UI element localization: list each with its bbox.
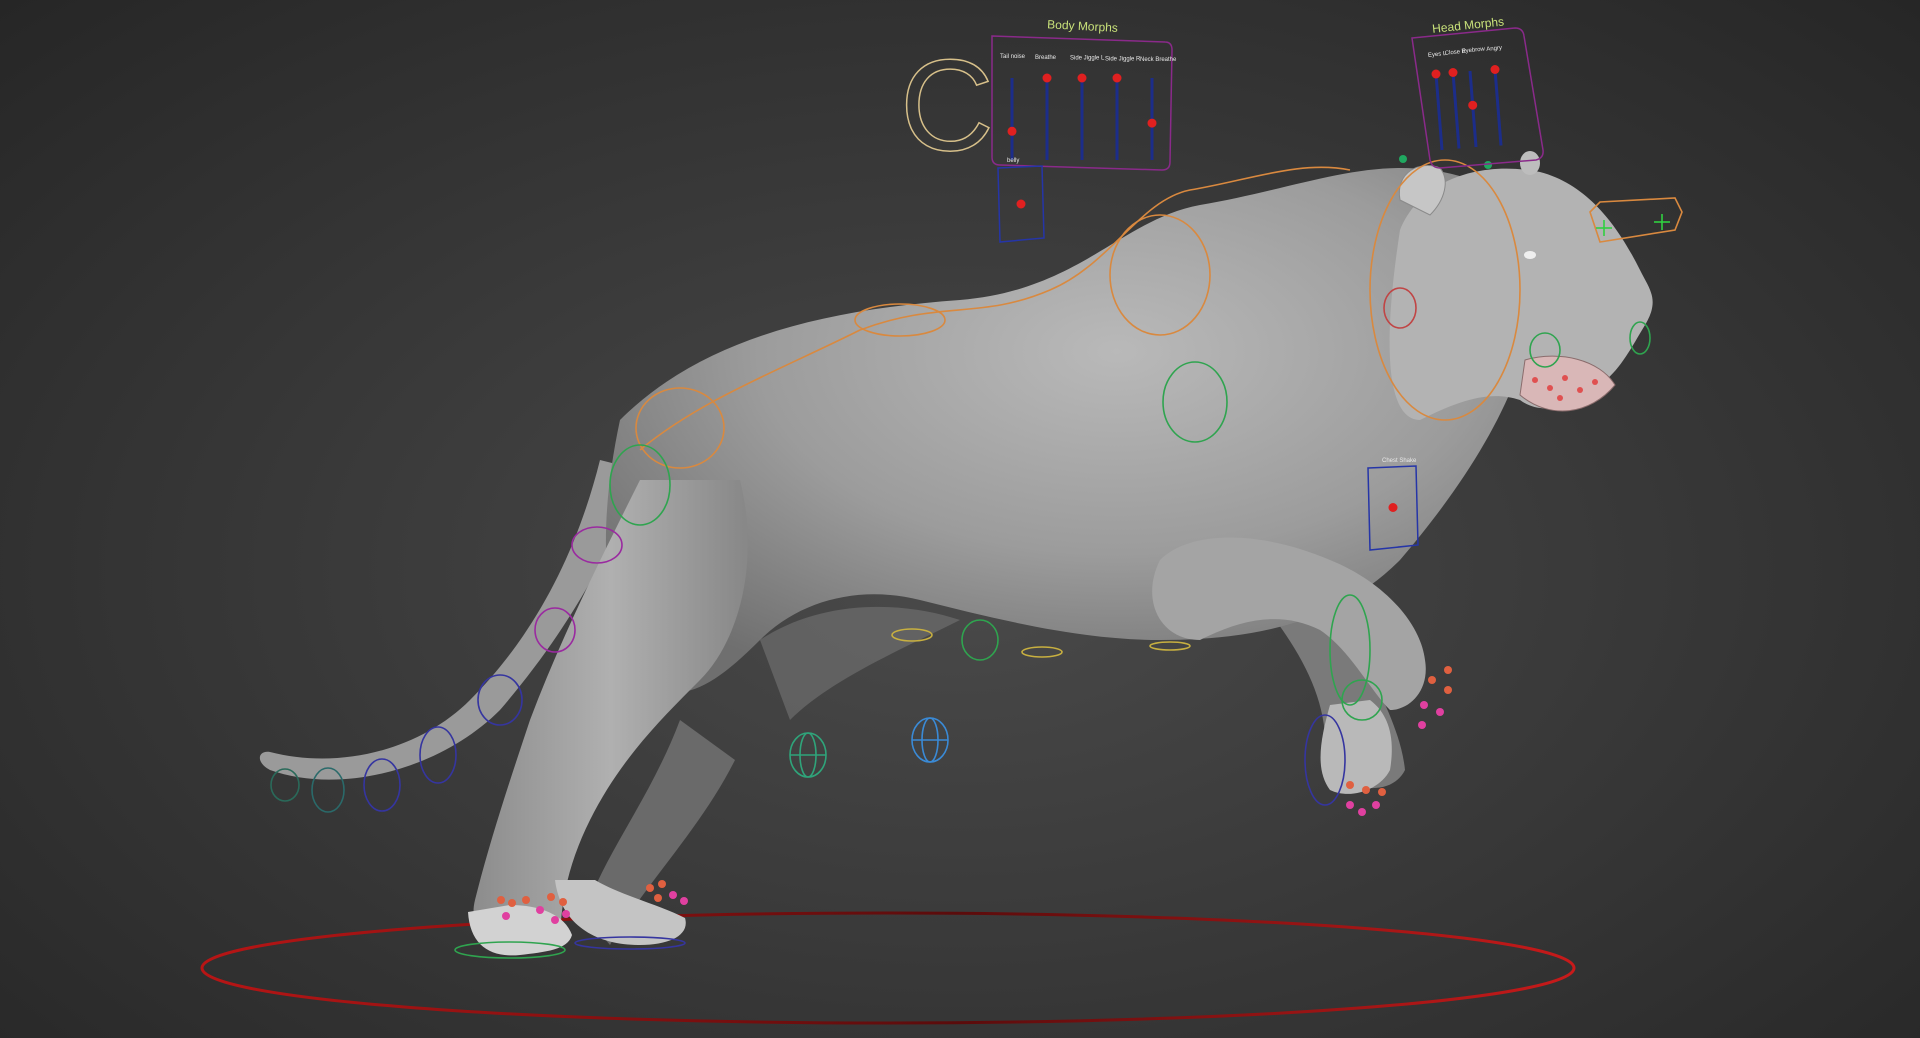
toe-ctrl[interactable]	[1346, 781, 1354, 789]
mouth-point[interactable]	[1562, 375, 1568, 381]
toe-ctrl[interactable]	[658, 880, 666, 888]
toe-ctrl[interactable]	[1378, 788, 1386, 796]
toe-ctrl[interactable]	[562, 910, 570, 918]
toe-ctrl[interactable]	[536, 906, 544, 914]
mouth-point[interactable]	[1592, 379, 1598, 385]
head-slider-knob[interactable]	[1490, 65, 1500, 74]
body-slider-knob[interactable]	[1112, 73, 1122, 83]
chest-shake-label: Chest Shake	[1382, 458, 1417, 464]
body-slider-label: Side Jiggle R	[1105, 56, 1141, 62]
head-morphs-panel[interactable]: Head Morphs Eyes LClose REyebrow Angry	[1411, 14, 1544, 169]
toe-ctrl[interactable]	[1436, 708, 1444, 716]
toe-ctrl[interactable]	[559, 898, 567, 906]
belly-slider-knob[interactable]	[1016, 199, 1026, 209]
belly-label: belly	[1007, 158, 1019, 164]
toe-ctrl[interactable]	[654, 894, 662, 902]
toe-ctrl[interactable]	[1420, 701, 1428, 709]
body-slider-label: Breathe	[1035, 55, 1057, 61]
mouth-point[interactable]	[1557, 395, 1563, 401]
toe-ctrl[interactable]	[1444, 666, 1452, 674]
belly-ctrl-2[interactable]	[961, 619, 999, 661]
toe-ctrl[interactable]	[508, 899, 516, 907]
belly-ctrl-3[interactable]	[1021, 646, 1063, 658]
body-morphs-panel[interactable]: Body Morphs Tail noise Breathe Side Jiggle…	[991, 17, 1177, 243]
toe-ctrl[interactable]	[497, 896, 505, 904]
head-slider-knob[interactable]	[1468, 100, 1478, 110]
panther-mesh[interactable]	[259, 151, 1653, 956]
body-slider-knob[interactable]	[1042, 73, 1052, 83]
toe-ctrl[interactable]	[669, 891, 677, 899]
near-front-paw[interactable]	[1320, 700, 1392, 794]
head-nub-ctrl[interactable]	[1399, 155, 1407, 163]
body-slider-label: Tail noise	[1000, 54, 1026, 60]
toe-ctrl[interactable]	[1346, 801, 1354, 809]
toe-ctrl[interactable]	[502, 912, 510, 920]
master-control-c[interactable]: C	[899, 31, 994, 179]
rig-scene[interactable]: C Body Morphs Tail noise Breathe Side Jigg…	[0, 0, 1920, 1038]
mouth-point[interactable]	[1577, 387, 1583, 393]
ground-control-circle[interactable]	[200, 911, 1576, 1025]
toe-ctrl[interactable]	[1444, 686, 1452, 694]
toe-ctrl[interactable]	[1372, 801, 1380, 809]
ear-right[interactable]	[1520, 151, 1540, 175]
toe-ctrl[interactable]	[547, 893, 555, 901]
body-slider-knob[interactable]	[1007, 126, 1017, 136]
eye-target-r[interactable]	[1654, 214, 1670, 230]
toe-ctrl[interactable]	[1362, 786, 1370, 794]
toe-ctrl[interactable]	[1428, 676, 1436, 684]
mouth-point[interactable]	[1547, 385, 1553, 391]
toe-ctrl[interactable]	[551, 916, 559, 924]
chest-shake-knob[interactable]	[1388, 503, 1398, 512]
head-slider-label: Eyebrow	[1461, 46, 1486, 54]
eye	[1524, 251, 1536, 259]
ik-gimbal-green[interactable]	[789, 732, 827, 778]
head-nub-ctrl[interactable]	[1484, 161, 1492, 169]
toe-ctrl[interactable]	[522, 896, 530, 904]
belly-ctrl-4[interactable]	[1149, 641, 1191, 651]
belly-shadow	[760, 606, 960, 720]
toe-ctrl[interactable]	[1418, 721, 1426, 729]
body-slider-label: Side Jiggle L	[1070, 56, 1105, 62]
head-slider-track[interactable]	[1451, 72, 1461, 149]
toe-ctrl[interactable]	[646, 884, 654, 892]
body-slider-knob[interactable]	[1077, 73, 1087, 83]
body-slider-label: Neck Breathe	[1140, 57, 1177, 63]
mouth-point[interactable]	[1532, 377, 1538, 383]
head-slider-label: Angry	[1486, 45, 1502, 53]
toe-ctrl[interactable]	[1358, 808, 1366, 816]
body-slider-knob[interactable]	[1147, 118, 1157, 128]
head-slider-track[interactable]	[1434, 73, 1444, 151]
head-slider-knob[interactable]	[1448, 68, 1458, 77]
head-slider-track[interactable]	[1493, 69, 1503, 146]
ik-gimbal-blue[interactable]	[911, 717, 949, 763]
head-slider-knob[interactable]	[1431, 69, 1441, 79]
body-morphs-title: Body Morphs	[1047, 17, 1118, 35]
3d-viewport[interactable]: C Body Morphs Tail noise Breathe Side Jigg…	[0, 0, 1920, 1038]
toe-ctrl[interactable]	[680, 897, 688, 905]
